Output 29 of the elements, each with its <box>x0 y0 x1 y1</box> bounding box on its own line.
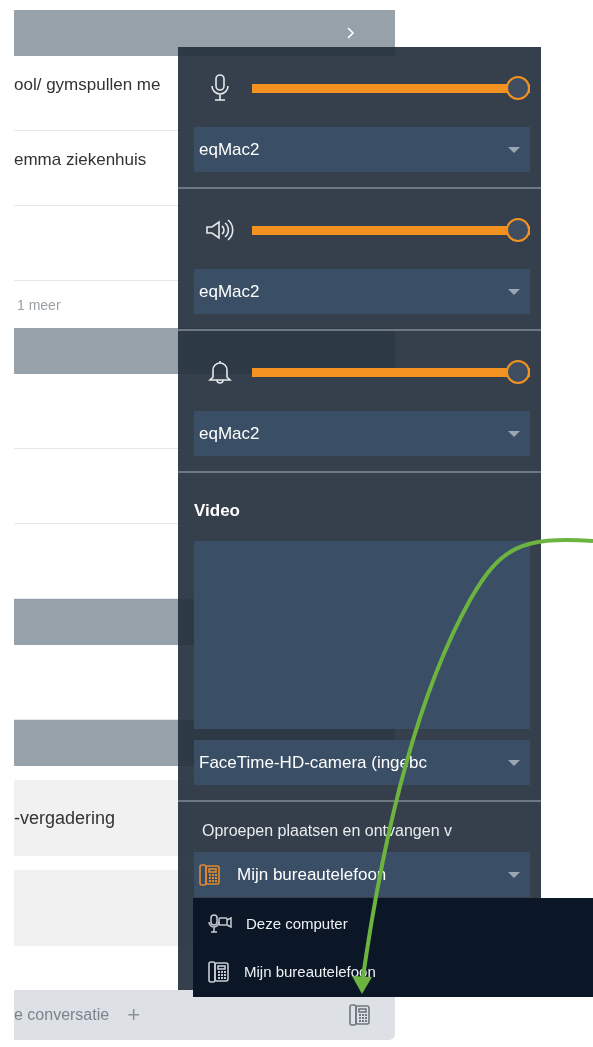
volume-slider[interactable] <box>252 360 530 384</box>
microphone-icon <box>211 74 229 102</box>
caret-icon <box>508 146 520 153</box>
list-item-text[interactable]: ool/ gymspullen me <box>14 75 161 95</box>
list-item-text[interactable]: emma ziekenhuis <box>14 150 147 170</box>
device-dropdown[interactable]: eqMac2 <box>194 269 530 314</box>
call-device-dropdown[interactable]: Mijn bureautelefoon <box>194 852 530 897</box>
desk-phone-icon <box>349 1003 371 1027</box>
volume-slider[interactable] <box>252 76 530 100</box>
slider-thumb[interactable] <box>506 360 530 384</box>
slider-thumb[interactable] <box>506 76 530 100</box>
desk-phone-icon <box>199 862 221 887</box>
caret-icon <box>508 759 520 766</box>
chevron-icon <box>347 27 355 39</box>
caret-icon <box>508 871 520 878</box>
caret-icon <box>508 288 520 295</box>
microphone-camera-icon <box>208 913 232 934</box>
caret-icon <box>508 430 520 437</box>
bell-icon <box>207 359 233 385</box>
camera-dropdown[interactable]: FaceTime-HD-camera (ingebc <box>194 740 530 785</box>
volume-slider[interactable] <box>252 218 530 242</box>
section-title: Video <box>194 501 241 521</box>
slider-thumb[interactable] <box>506 218 530 242</box>
section-header[interactable] <box>14 10 395 56</box>
speaker-icon <box>205 218 235 242</box>
device-dropdown[interactable]: eqMac2 <box>194 411 530 456</box>
device-dropdown[interactable]: eqMac2 <box>194 127 530 172</box>
desk-phone-icon <box>208 959 230 984</box>
menu-item[interactable]: Deze computer <box>193 905 593 942</box>
